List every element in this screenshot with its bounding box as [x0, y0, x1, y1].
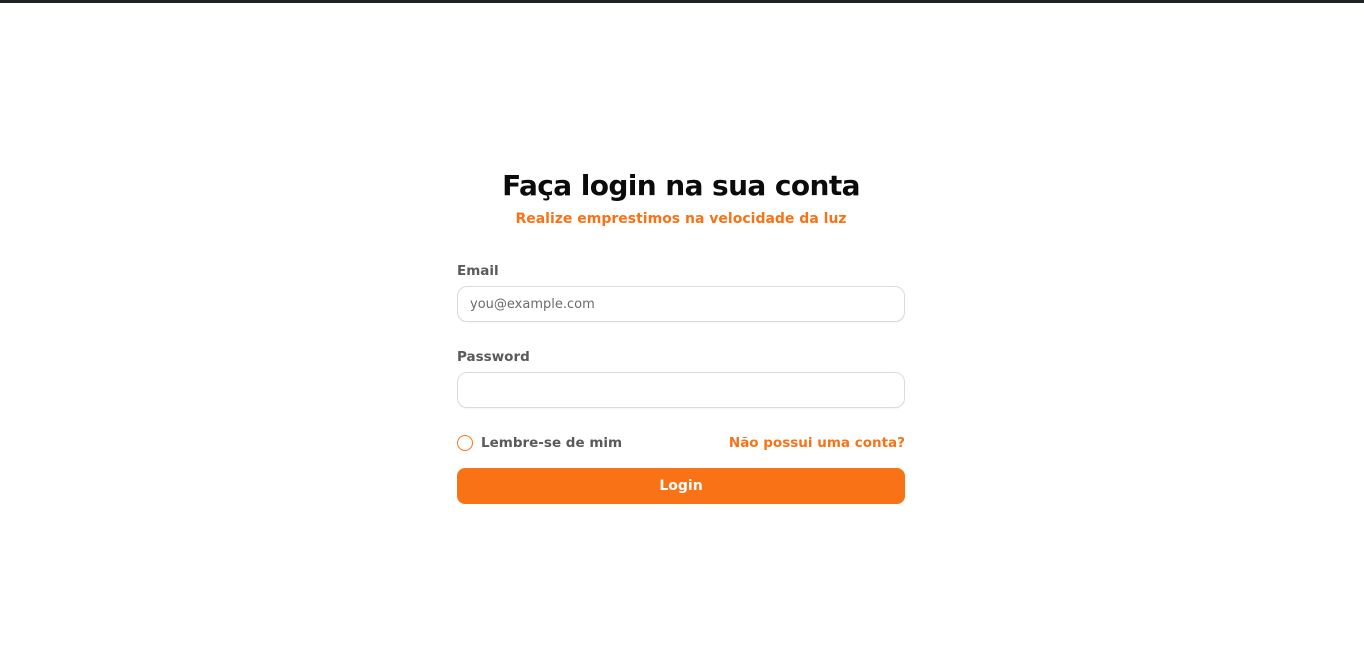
login-card: Faça login na sua conta Realize empresti… — [457, 168, 905, 504]
page-subtitle: Realize emprestimos na velocidade da luz — [515, 211, 847, 227]
remember-me-radio[interactable] — [457, 435, 473, 451]
remember-me-label: Lembre-se de mim — [481, 435, 623, 451]
password-group: Password — [457, 348, 905, 408]
login-button[interactable]: Login — [457, 468, 905, 504]
email-field[interactable] — [457, 286, 905, 322]
password-field[interactable] — [457, 372, 905, 408]
password-label: Password — [457, 349, 530, 365]
remember-me-toggle[interactable]: Lembre-se de mim — [457, 435, 622, 451]
top-bar — [0, 0, 1364, 3]
email-group: Email — [457, 262, 905, 322]
email-label: Email — [457, 263, 499, 279]
page-title: Faça login na sua conta — [502, 169, 860, 202]
signup-link[interactable]: Não possui uma conta? — [729, 435, 905, 451]
options-row: Lembre-se de mim Não possui uma conta? — [457, 434, 905, 452]
